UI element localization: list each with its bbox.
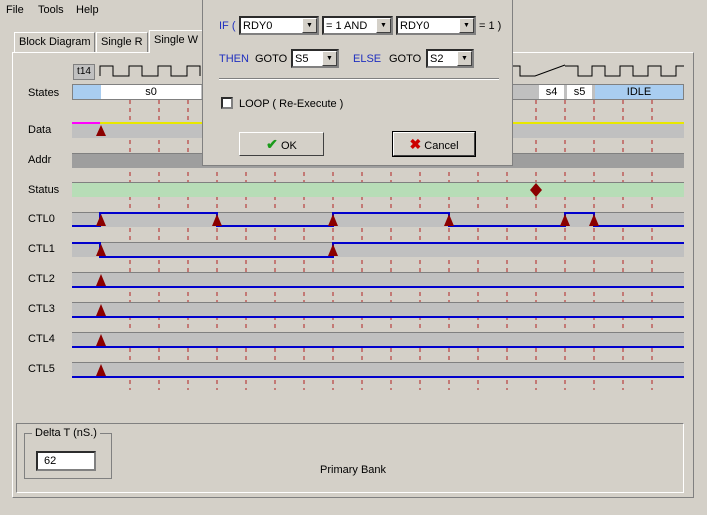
chevron-down-icon[interactable]: ▼ [302,18,317,33]
delta-t-input[interactable]: 62 [36,451,96,471]
loop-label: LOOP ( Re-Execute ) [239,98,344,110]
row-label-addr: Addr [28,154,52,166]
else-label: ELSE [353,53,382,65]
row-label-ctl4: CTL4 [28,333,55,345]
ok-button[interactable]: ✔ OK [239,132,324,156]
state-s4[interactable]: s4 [539,85,564,99]
condition-dialog: IF ( RDY0 ▼ = 1 AND ▼ RDY0 ▼ = 1 ) THEN … [202,0,513,166]
then-target-select[interactable]: S5 ▼ [291,49,339,68]
if-label: IF ( [219,20,236,32]
operator-select[interactable]: = 1 AND ▼ [322,16,393,35]
state-s5[interactable]: s5 [567,85,592,99]
row-label-states: States [28,87,60,99]
row-label-status: Status [28,184,60,196]
ctl2-track [72,272,684,287]
state-segment-pre [73,85,101,99]
chevron-down-icon[interactable]: ▼ [457,51,472,66]
loop-checkbox[interactable] [221,97,233,109]
ctl0-track [72,212,684,227]
primary-bank-label: Primary Bank [320,464,387,476]
ctl1-track [72,242,684,257]
condition1-select[interactable]: RDY0 ▼ [239,16,319,35]
row-label-ctl1: CTL1 [28,243,55,255]
ctl5-track [72,362,684,377]
close-icon: ✖ [409,136,422,152]
then-goto-label: GOTO [255,53,288,65]
status-track [72,182,684,197]
delta-t-title: Delta T (nS.) [32,427,100,439]
clock-waveform-right [513,64,684,77]
equals-tail: = 1 ) [479,20,502,32]
ctl4-track [72,332,684,347]
chevron-down-icon[interactable]: ▼ [459,18,474,33]
cancel-button[interactable]: ✖ Cancel [392,131,476,157]
tab-single-w[interactable]: Single W [149,30,209,53]
chevron-down-icon[interactable]: ▼ [376,18,391,33]
row-label-ctl0: CTL0 [28,213,55,225]
row-label-data: Data [28,124,52,136]
condition2-select[interactable]: RDY0 ▼ [396,16,476,35]
row-label-ctl5: CTL5 [28,363,55,375]
dialog-divider [219,78,499,80]
check-icon: ✔ [266,136,278,152]
clock-waveform [99,65,201,77]
else-goto-label: GOTO [389,53,422,65]
else-target-select[interactable]: S2 ▼ [426,49,474,68]
chevron-down-icon[interactable]: ▼ [322,51,337,66]
row-label-ctl2: CTL2 [28,273,55,285]
then-label: THEN [219,53,249,65]
state-idle[interactable]: IDLE [595,85,683,99]
ctl3-track [72,302,684,317]
state-s0[interactable]: s0 [101,85,201,99]
bottom-panel [16,423,684,493]
data-line-magenta [72,122,100,124]
row-label-ctl3: CTL3 [28,303,55,315]
